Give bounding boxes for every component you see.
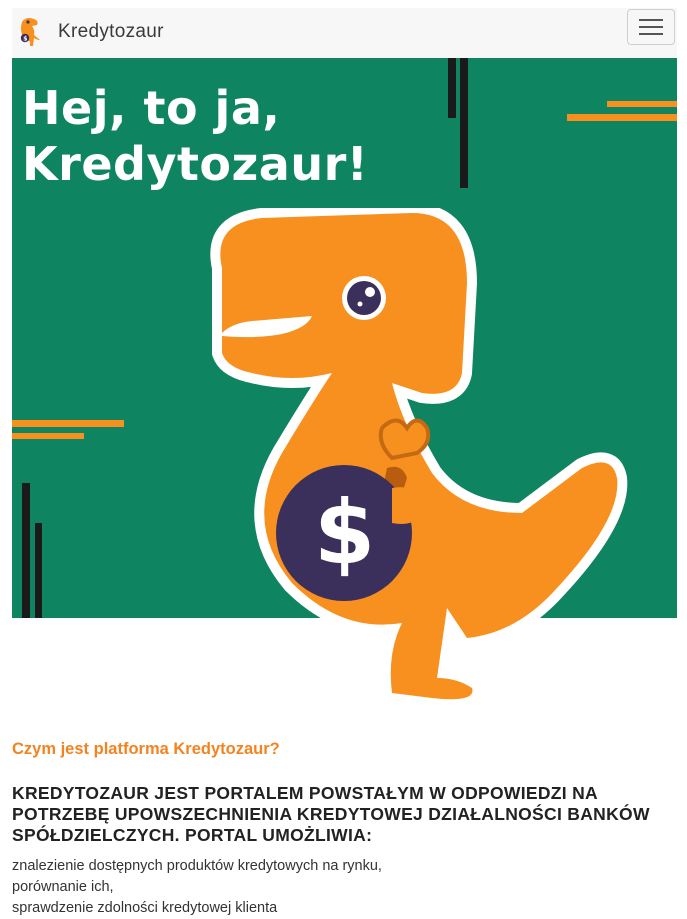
svg-text:$: $ xyxy=(23,35,27,42)
brand-link[interactable]: $ Kredytozaur xyxy=(12,10,164,54)
about-heading-line3: SPÓŁDZIELCZYCH. PORTAL UMOŻLIWIA: xyxy=(12,825,373,845)
about-heading: KREDYTOZAUR JEST PORTALEM POWSTAŁYM W OD… xyxy=(12,783,672,846)
about-heading-line1: KREDYTOZAUR JEST PORTALEM POWSTAŁYM W OD… xyxy=(12,783,598,803)
dollar-sign-icon: $ xyxy=(314,481,375,584)
hamburger-menu-icon xyxy=(639,19,663,21)
dinosaur-logo-icon: $ xyxy=(20,18,40,46)
hamburger-menu-icon-bar xyxy=(639,33,663,35)
top-navbar: $ Kredytozaur xyxy=(12,8,677,59)
hero-title-line2: Kredytozaur! xyxy=(22,137,369,191)
list-item: sprawdzenie zdolności kredytowej klienta xyxy=(12,900,278,916)
brand-name: Kredytozaur xyxy=(58,21,164,42)
navbar-toggle-button[interactable] xyxy=(627,9,675,45)
about-section: Czym jest platforma Kredytozaur? KREDYTO… xyxy=(12,740,672,919)
hero-title: Hej, to ja, Kredytozaur! xyxy=(22,80,368,192)
list-item: znalezienie dostępnych produktów kredyto… xyxy=(12,858,382,874)
dinosaur-illustration: $ xyxy=(210,208,628,710)
list-item: porównanie ich, xyxy=(12,879,114,895)
about-kicker: Czym jest platforma Kredytozaur? xyxy=(12,740,280,758)
hero-banner: Hej, to ja, Kredytozaur! $ xyxy=(12,58,677,710)
feature-list: znalezienie dostępnych produktów kredyto… xyxy=(12,856,672,919)
hamburger-menu-icon-bar xyxy=(639,26,663,28)
about-heading-line2: POTRZEBĘ UPOWSZECHNIENIA KREDYTOWEJ DZIA… xyxy=(12,804,650,824)
hero-title-line1: Hej, to ja, xyxy=(22,81,281,135)
